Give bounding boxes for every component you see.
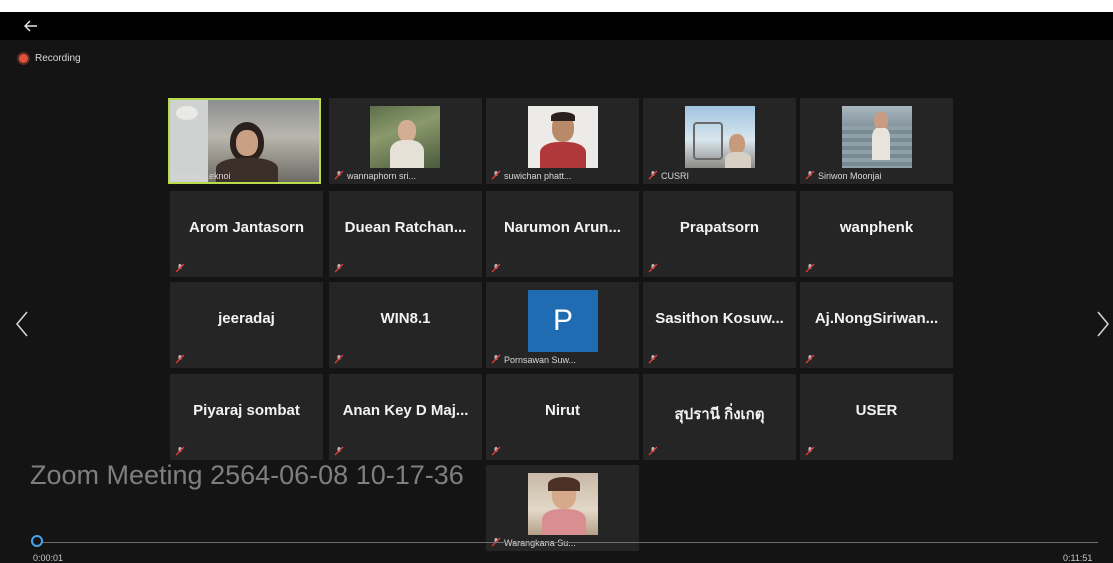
participant-tile[interactable]: CUSRI [643, 98, 796, 184]
participant-name: USER [855, 402, 898, 419]
current-time: 0:00:01 [33, 553, 64, 563]
chevron-left-icon [15, 311, 28, 337]
mic-muted-icon [334, 170, 344, 180]
total-time: 0:11:51 [1063, 553, 1093, 563]
participant-label: suwichan phatt... [504, 171, 572, 181]
participant-tile[interactable]: Duean Ratchan... [329, 191, 482, 277]
seek-handle[interactable] [31, 535, 43, 547]
participant-name: Anan Key D Maj... [342, 402, 469, 419]
participant-video [528, 106, 598, 168]
arrow-left-icon [24, 20, 37, 32]
participant-tile[interactable]: jeeradaj [170, 282, 323, 368]
participant-name: Aj.NongSiriwan... [814, 310, 939, 327]
mic-muted-icon [334, 263, 344, 273]
mic-muted-icon [491, 263, 501, 273]
recording-dot-icon [19, 53, 28, 63]
chevron-right-icon [1097, 311, 1110, 337]
participant-video [170, 100, 319, 182]
mic-muted-icon [805, 263, 815, 273]
mic-muted-icon [805, 170, 815, 180]
participant-name: สุปรานี กิ่งเกตุ [674, 406, 765, 423]
participant-name: Prapatsorn [679, 219, 760, 236]
participant-label: Unruan Leknoi [172, 171, 231, 181]
participant-video [685, 106, 755, 168]
participant-tile[interactable]: Unruan Leknoi [168, 98, 321, 184]
meeting-title: Zoom Meeting 2564-06-08 10-17-36 [30, 460, 464, 490]
participant-label: Siriwon Moonjai [818, 171, 882, 181]
participant-tile[interactable]: USER [800, 374, 953, 460]
participant-tile[interactable]: Narumon Arun... [486, 191, 639, 277]
recording-label: Recording [35, 52, 81, 64]
participant-label: wannaphorn sri... [347, 171, 417, 181]
participant-tile[interactable]: Anan Key D Maj... [329, 374, 482, 460]
participant-tile[interactable]: Piyaraj sombat [170, 374, 323, 460]
participant-name: Nirut [545, 402, 580, 419]
participant-tile[interactable]: Prapatsorn [643, 191, 796, 277]
participant-tile[interactable]: wanphenk [800, 191, 953, 277]
participant-tile[interactable]: P Pornsawan Suw... [486, 282, 639, 368]
participant-avatar: P [528, 290, 598, 352]
mic-muted-icon [648, 446, 658, 456]
participant-label: Pornsawan Suw... [504, 355, 577, 365]
seek-bar[interactable] [38, 542, 1098, 543]
participant-name: Duean Ratchan... [344, 219, 467, 236]
participant-tile[interactable]: สุปรานี กิ่งเกตุ [643, 374, 796, 460]
participant-label: Warangkana Su... [504, 538, 576, 548]
participant-video [842, 106, 912, 168]
participant-tile[interactable]: wannaphorn sri... [329, 98, 482, 184]
participant-tile[interactable]: suwichan phatt... [486, 98, 639, 184]
mic-muted-icon [805, 354, 815, 364]
participant-name: Arom Jantasorn [188, 219, 305, 236]
participant-video [528, 473, 598, 535]
previous-page-button[interactable] [14, 310, 30, 338]
participant-tile[interactable]: Siriwon Moonjai [800, 98, 953, 184]
mic-muted-icon [491, 170, 501, 180]
top-bar [0, 12, 1113, 40]
participant-name: jeeradaj [218, 310, 275, 327]
participant-tile[interactable]: Sasithon Kosuw... [643, 282, 796, 368]
mic-muted-icon [648, 354, 658, 364]
mic-muted-icon [175, 263, 185, 273]
mic-muted-icon [334, 446, 344, 456]
participant-name: Sasithon Kosuw... [655, 310, 784, 327]
mic-muted-icon [175, 354, 185, 364]
participant-name: Narumon Arun... [504, 219, 621, 236]
participant-name: WIN8.1 [380, 310, 431, 327]
participant-label: CUSRI [661, 171, 690, 181]
mic-muted-icon [805, 446, 815, 456]
mic-muted-icon [491, 446, 501, 456]
participant-tile[interactable]: Warangkana Su... [486, 465, 639, 551]
recording-player: Recording Unruan Leknoi wannaphorn sri..… [0, 12, 1113, 563]
participant-tile[interactable]: Aj.NongSiriwan... [800, 282, 953, 368]
participant-tile[interactable]: WIN8.1 [329, 282, 482, 368]
mic-muted-icon [334, 354, 344, 364]
participant-name: wanphenk [839, 219, 914, 236]
participant-video [370, 106, 440, 168]
recording-indicator: Recording [19, 51, 81, 65]
participant-tile[interactable]: Nirut [486, 374, 639, 460]
participant-name: Piyaraj sombat [193, 402, 300, 419]
mic-muted-icon [175, 446, 185, 456]
mic-muted-icon [648, 170, 658, 180]
back-button[interactable] [20, 16, 42, 36]
mic-muted-icon [491, 354, 501, 364]
mic-muted-icon [648, 263, 658, 273]
next-page-button[interactable] [1095, 310, 1111, 338]
participant-tile[interactable]: Arom Jantasorn [170, 191, 323, 277]
